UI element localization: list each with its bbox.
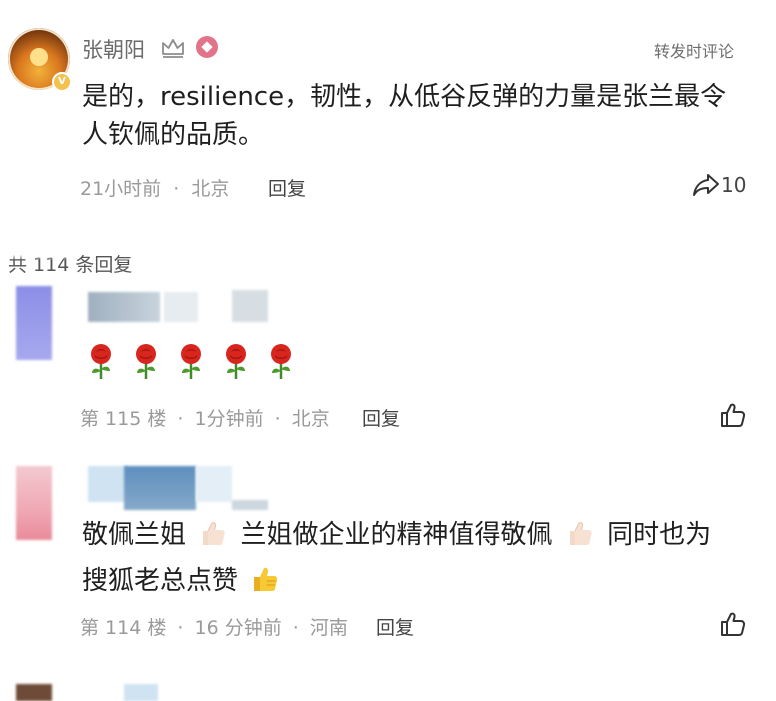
reply-button[interactable]: 回复	[268, 174, 306, 201]
comment-location: 北京	[191, 178, 230, 200]
rose-emoji-row	[88, 344, 313, 384]
reply-time: 1分钟前	[194, 408, 264, 430]
rose-emoji	[223, 344, 249, 380]
reply-meta: 第 114 楼 · 16 分钟前 · 河南	[80, 613, 348, 640]
reply-text-part: 搜狐老总点赞	[82, 566, 239, 596]
crown-icon	[162, 39, 184, 58]
blurred-username	[124, 684, 158, 701]
comment-text: 是的，resilience，韧性，从低谷反弹的力量是张兰最令人钦佩的品质。	[82, 82, 727, 150]
meta-separator: ·	[173, 178, 180, 200]
meta-separator: ·	[177, 408, 184, 430]
thumbs-up-emoji	[250, 563, 280, 593]
forward-comment-link[interactable]: 转发时评论	[654, 38, 734, 62]
reply-location: 北京	[291, 408, 330, 430]
verified-badge-icon: V	[52, 72, 72, 92]
blurred-username	[164, 292, 198, 322]
reply-text-part: 同时也为	[607, 520, 712, 550]
reply-button[interactable]: 回复	[376, 613, 414, 640]
rose-emoji	[133, 344, 159, 380]
rose-emoji	[88, 344, 114, 380]
thumbs-up-emoji	[565, 517, 595, 547]
overlay-mask	[0, 248, 70, 260]
reply-meta: 第 115 楼 · 1分钟前 · 北京	[80, 404, 330, 431]
blurred-username[interactable]	[124, 466, 196, 510]
blurred-username	[88, 466, 128, 502]
blurred-username[interactable]	[88, 292, 160, 322]
share-count: 10	[721, 173, 747, 197]
reply-floor: 第 115 楼	[80, 408, 167, 430]
like-icon[interactable]	[720, 611, 746, 637]
reply-location: 河南	[309, 617, 348, 639]
reply-text: 敬佩兰姐 兰姐做企业的精神值得敬佩 同时也为 搜狐老总点赞	[82, 512, 752, 604]
rose-emoji	[268, 344, 294, 380]
reply-text-part: 兰姐做企业的精神值得敬佩	[240, 520, 553, 550]
avatar[interactable]	[16, 286, 52, 360]
comment-time: 21小时前	[80, 178, 162, 200]
avatar[interactable]	[16, 466, 52, 540]
share-icon[interactable]	[692, 172, 720, 198]
comment-meta: 21小时前 · 北京	[80, 174, 229, 201]
rose-emoji	[178, 344, 204, 380]
meta-separator: ·	[177, 617, 184, 639]
blurred-username	[196, 466, 232, 502]
avatar[interactable]	[16, 684, 52, 701]
vip-icon	[196, 36, 218, 58]
blurred-username	[232, 290, 268, 322]
meta-separator: ·	[292, 617, 299, 639]
reply-floor: 第 114 楼	[80, 617, 167, 639]
reply-time: 16 分钟前	[194, 617, 282, 639]
blurred-username	[232, 500, 268, 510]
like-icon[interactable]	[720, 402, 746, 428]
reply-text-part: 敬佩兰姐	[82, 520, 187, 550]
comment-username[interactable]: 张朝阳	[82, 34, 145, 64]
thumbs-up-emoji	[198, 517, 228, 547]
meta-separator: ·	[274, 408, 281, 430]
reply-button[interactable]: 回复	[362, 404, 400, 431]
